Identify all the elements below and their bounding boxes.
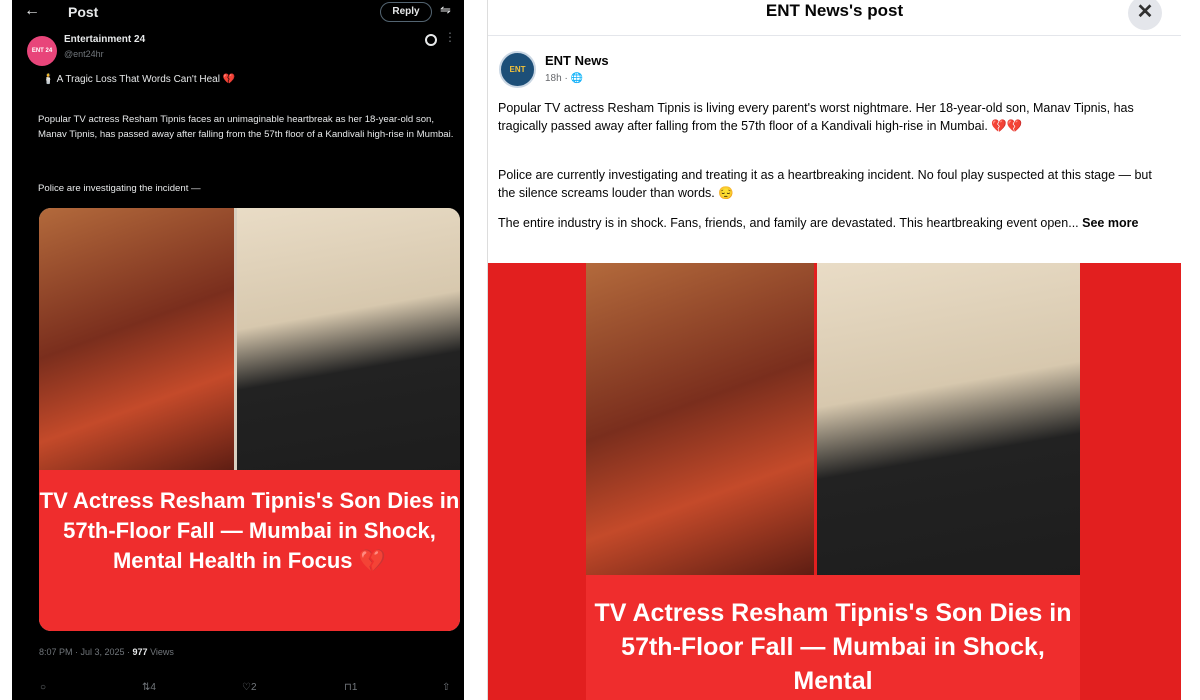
fb-image-caption: TV Actress Resham Tipnis's Son Dies in 5… [594,599,1072,695]
x-page-title: Post [68,4,99,20]
more-options-icon[interactable]: ⋮ [444,30,456,44]
x-post-timestamp[interactable]: 8:07 PM · Jul 3, 2025 · [39,647,133,657]
x-post-police-line: Police are investigating the incident — [38,183,201,194]
reply-icon[interactable]: ○ [40,682,46,693]
x-post-panel: ← Post Reply ⇋ ENT 24 Entertainment 24 @… [12,0,464,700]
fb-modal-header: ENT News's post ✕ [488,0,1181,36]
retweet-icon[interactable]: ⇅ 4 [142,682,156,693]
x-post-image[interactable]: TV Actress Resham Tipnis's Son Dies in 5… [39,208,460,631]
fb-photo-actress [586,263,814,578]
x-post-body: Popular TV actress Resham Tipnis faces a… [38,114,454,140]
x-post-meta: 8:07 PM · Jul 3, 2025 · 977 Views [39,647,174,657]
fb-page-name[interactable]: ENT News [545,53,609,68]
fb-modal-title: ENT News's post [765,1,904,20]
fb-post-paragraph-2: Police are currently investigating and t… [498,168,1152,200]
screenshot-root: ← Post Reply ⇋ ENT 24 Entertainment 24 @… [0,0,1200,700]
x-author-avatar[interactable]: ENT 24 [27,36,57,66]
fb-photo-mother-son [817,263,1080,578]
fb-post-paragraph-3: The entire industry is in shock. Fans, f… [498,214,1172,232]
fb-post-image[interactable]: TV Actress Resham Tipnis's Son Dies in 5… [488,263,1181,700]
reply-button[interactable]: Reply [380,2,432,22]
grok-icon[interactable] [425,34,437,46]
x-author-name[interactable]: Entertainment 24 [64,34,145,45]
fb-page-avatar[interactable]: ENT [499,51,536,88]
back-arrow-icon[interactable]: ← [24,2,40,20]
fb-post-paragraph-3-text: The entire industry is in shock. Fans, f… [498,216,1079,230]
fb-post-time[interactable]: 18h · 🌐 [545,73,583,84]
x-photo-actress [39,208,234,473]
x-action-bar: ○ ⇅ 4 ♡ 2 ⊓ 1 ⇧ [38,682,458,700]
bookmark-count: 1 [351,682,358,693]
x-views-label: Views [147,647,174,657]
x-author-handle[interactable]: @ent24hr [64,49,104,59]
x-photo-mother-son [237,208,460,473]
see-more-link[interactable]: See more [1082,216,1138,230]
like-icon[interactable]: ♡ 2 [242,682,257,693]
settings-sliders-icon[interactable]: ⇋ [440,2,451,18]
x-image-caption: TV Actress Resham Tipnis's Son Dies in 5… [39,488,460,573]
like-count: 2 [250,682,257,693]
x-views-count: 977 [132,647,148,657]
close-icon[interactable]: ✕ [1128,0,1162,30]
fb-post-paragraph-1: Popular TV actress Resham Tipnis is livi… [498,101,1134,133]
x-topbar: ← Post Reply ⇋ [12,0,464,26]
share-icon[interactable]: ⇧ [442,682,450,693]
x-post-headline: 🕯️ A Tragic Loss That Words Can't Heal 💔 [42,74,236,85]
fb-post-modal: ENT News's post ✕ ENT ENT News 18h · 🌐 P… [487,0,1181,700]
bookmark-icon[interactable]: ⊓ 1 [344,682,357,693]
retweet-count: 4 [150,682,156,693]
